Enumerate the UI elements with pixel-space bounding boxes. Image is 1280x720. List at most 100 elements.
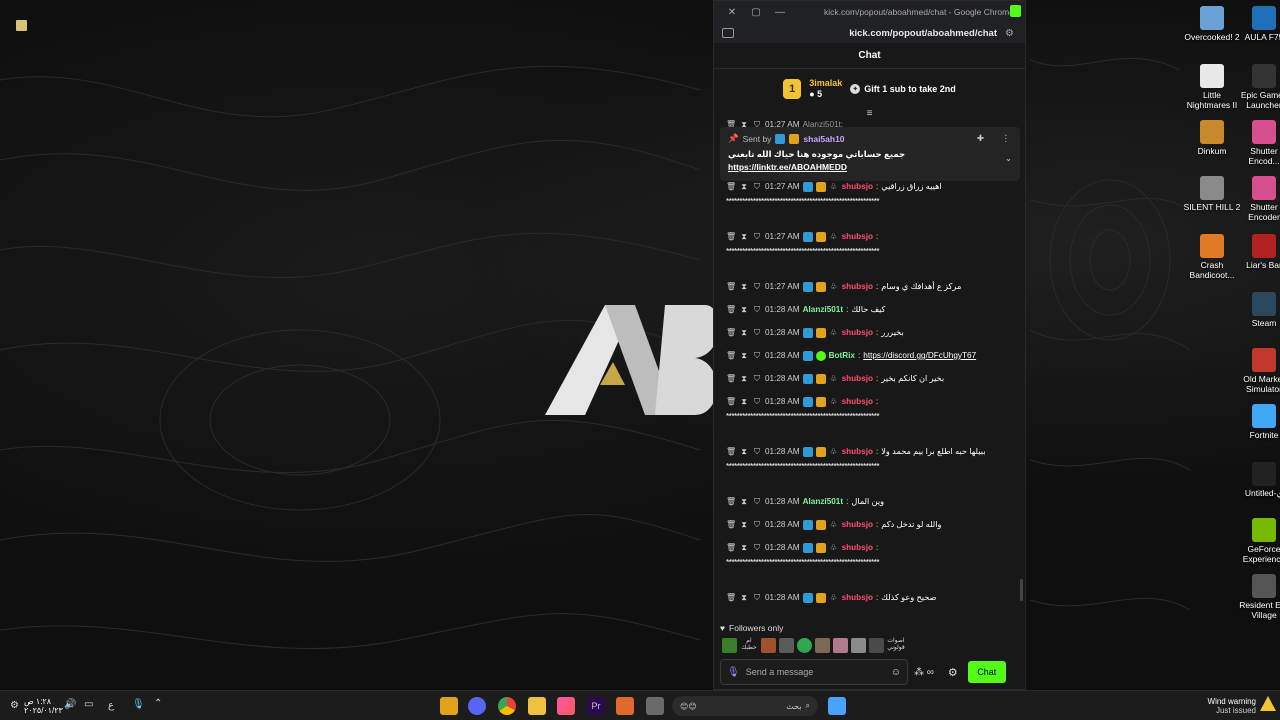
site-info-icon[interactable]	[722, 28, 734, 38]
minimize-icon[interactable]: —	[768, 7, 792, 18]
emoji-icon[interactable]: ☺	[891, 667, 901, 678]
desktop-shortcut[interactable]: Fortnite	[1234, 404, 1280, 440]
message-username[interactable]: shubsjo	[842, 540, 873, 555]
emote[interactable]	[779, 637, 794, 653]
microphone-icon[interactable]: 🎙	[727, 667, 740, 678]
network-icon[interactable]: ▭	[84, 699, 93, 717]
delete-icon[interactable]: 🗑	[726, 348, 736, 363]
message-username[interactable]: BotRix	[829, 348, 855, 363]
chat-filter-icon[interactable]: ≡	[714, 109, 1025, 119]
gear-icon[interactable]: ⚙	[948, 666, 958, 679]
ban-icon[interactable]: ⛉	[752, 229, 762, 244]
message-username[interactable]: shubsjo	[842, 279, 873, 294]
message-username[interactable]: Alanzi501t	[803, 302, 844, 317]
ban-icon[interactable]: ⛉	[752, 444, 762, 459]
chevron-up-icon[interactable]: ⌃	[154, 698, 162, 716]
emote[interactable]	[851, 637, 866, 653]
maximize-icon[interactable]: ▢	[744, 7, 768, 18]
desktop-shortcut[interactable]: AULA F75	[1234, 6, 1280, 42]
delete-icon[interactable]: 🗑	[726, 394, 736, 409]
desktop-shortcut[interactable]: Crash Bandicoot...	[1182, 234, 1242, 280]
language-indicator[interactable]: ع	[108, 700, 114, 718]
timeout-icon[interactable]: ⧗	[739, 179, 749, 194]
more-options-icon[interactable]: ⋮	[1002, 133, 1011, 144]
chat-message[interactable]: 🗑 ⧗ ⛉ 01:28 AM ♧ shubsjo: بخير ان كانكم بخير	[726, 371, 1015, 386]
scrollbar[interactable]	[1020, 579, 1023, 601]
delete-icon[interactable]: 🗑	[726, 517, 736, 532]
chevron-down-icon[interactable]: ⌄	[1005, 153, 1012, 164]
delete-icon[interactable]: 🗑	[726, 444, 736, 459]
emote[interactable]	[869, 637, 884, 653]
ban-icon[interactable]: ⛉	[752, 279, 762, 294]
window-icon[interactable]	[646, 697, 664, 715]
timeout-icon[interactable]: ⧗	[739, 590, 749, 605]
chrome-icon[interactable]	[498, 697, 516, 715]
emote[interactable]	[797, 637, 812, 653]
timeout-icon[interactable]: ⧗	[739, 540, 749, 555]
timeout-icon[interactable]: ⧗	[739, 517, 749, 532]
microphone-tray-icon[interactable]: 🎙	[132, 699, 145, 717]
desktop-shortcut[interactable]: Resident Evil Village	[1234, 574, 1280, 620]
taskbar-search[interactable]: 😊😊 بحث ⌕	[672, 696, 818, 716]
app-icon[interactable]	[616, 697, 634, 715]
desktop-shortcut[interactable]: Overcooked! 2	[1182, 6, 1242, 42]
emote[interactable]	[833, 637, 848, 653]
chat-message[interactable]: 🗑 ⧗ ⛉ 01:28 AM ♧ shubsjo: ********************…	[726, 394, 1015, 424]
emote[interactable]	[722, 637, 737, 653]
ban-icon[interactable]: ⛉	[752, 590, 762, 605]
ban-icon[interactable]: ⛉	[752, 517, 762, 532]
timeout-icon[interactable]: ⧗	[739, 444, 749, 459]
chat-message[interactable]: 🗑 ⧗ ⛉ 01:28 AM ♧ shubsjo: والله لو تدخل دكم	[726, 517, 1015, 532]
desktop-shortcut[interactable]: Shutter Encod...	[1234, 120, 1280, 166]
message-username[interactable]: shubsjo	[842, 394, 873, 409]
message-username[interactable]: shubsjo	[842, 179, 873, 194]
delete-icon[interactable]: 🗑	[726, 179, 736, 194]
delete-icon[interactable]: 🗑	[726, 279, 736, 294]
chat-message[interactable]: 🗑 ⧗ ⛉ 01:28 AM Alanzi501t: وين المال	[726, 494, 1015, 509]
message-username[interactable]: shubsjo	[842, 590, 873, 605]
chat-message[interactable]: 🗑 ⧗ ⛉ 01:28 AM Alanzi501t: كيف حالك	[726, 302, 1015, 317]
message-username[interactable]: shubsjo	[842, 229, 873, 244]
timeout-icon[interactable]: ⧗	[739, 371, 749, 386]
desktop-shortcut[interactable]: Steam	[1234, 292, 1280, 328]
message-input[interactable]: 🎙 Send a message ☺	[720, 659, 908, 685]
file-explorer-icon[interactable]	[528, 697, 546, 715]
desktop-shortcut[interactable]: Epic Games Launcher	[1234, 64, 1280, 110]
delete-icon[interactable]: 🗑	[726, 494, 736, 509]
chat-message[interactable]: 🗑 ⧗ ⛉ 01:27 AM ♧ shubsjo: ********************…	[726, 229, 1015, 259]
windows-start-icon[interactable]	[828, 697, 846, 715]
delete-icon[interactable]: 🗑	[726, 302, 736, 317]
delete-icon[interactable]: 🗑	[726, 590, 736, 605]
notification-bell-icon[interactable]: ⚙	[10, 700, 19, 718]
send-chat-button[interactable]: Chat	[967, 661, 1006, 683]
desktop-file-icon[interactable]	[16, 20, 27, 31]
leaderboard-user[interactable]: 3imalak ● 5	[809, 78, 842, 100]
timeout-icon[interactable]: ⧗	[739, 229, 749, 244]
ban-icon[interactable]: ⛉	[752, 494, 762, 509]
volume-icon[interactable]: 🔊	[64, 699, 76, 717]
weather-widget[interactable]: Wind warning Just issued	[1204, 697, 1256, 715]
chat-message[interactable]: 🗑 ⧗ ⛉ 01:28 AM ♧ shubsjo: ********************…	[726, 540, 1015, 570]
ban-icon[interactable]: ⛉	[752, 371, 762, 386]
emote[interactable]	[815, 637, 830, 653]
message-username[interactable]: shubsjo	[842, 444, 873, 459]
emote-text[interactable]: اصوات قولوني	[887, 638, 905, 652]
ban-icon[interactable]: ⛉	[752, 179, 762, 194]
ban-icon[interactable]: ⛉	[752, 394, 762, 409]
delete-icon[interactable]: 🗑	[726, 325, 736, 340]
emote[interactable]	[761, 637, 776, 653]
ban-icon[interactable]: ⛉	[752, 302, 762, 317]
desktop-shortcut[interactable]: Dinkum	[1182, 120, 1242, 156]
ban-icon[interactable]: ⛉	[752, 348, 762, 363]
warning-icon[interactable]	[1260, 696, 1276, 711]
message-username[interactable]: Alanzi501t	[803, 494, 844, 509]
pin-icon[interactable]: ✚	[977, 133, 984, 144]
message-username[interactable]: shubsjo	[842, 517, 873, 532]
chat-message[interactable]: 🗑 ⧗ ⛉ 01:28 AM BotRix: https://discord.gg/DFc…	[726, 348, 1015, 363]
timeout-icon[interactable]: ⧗	[739, 348, 749, 363]
desktop-shortcut[interactable]: GeForce Experience	[1234, 518, 1280, 564]
desktop-shortcut[interactable]: SILENT HILL 2	[1182, 176, 1242, 212]
timeout-icon[interactable]: ⧗	[739, 394, 749, 409]
timeout-icon[interactable]: ⧗	[739, 494, 749, 509]
emote-text[interactable]: ام خطبك	[740, 638, 758, 652]
